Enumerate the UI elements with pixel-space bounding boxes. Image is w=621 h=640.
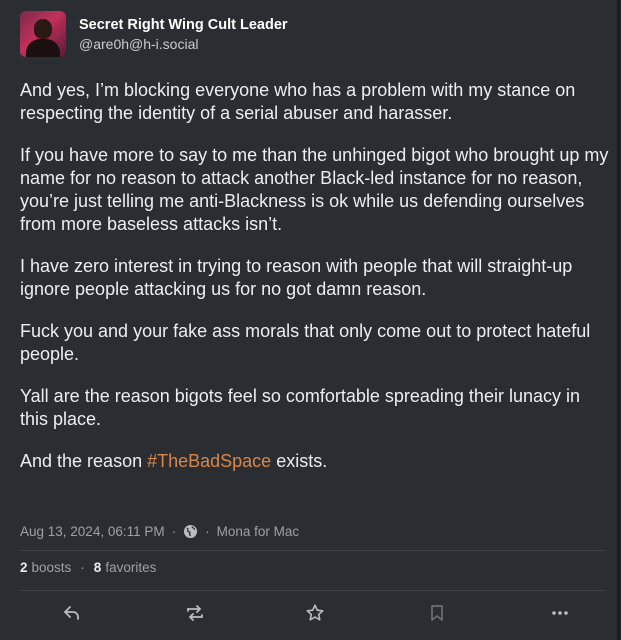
post-content: And yes, I’m blocking everyone who has a… <box>20 79 610 492</box>
boost-button[interactable] <box>182 600 208 626</box>
favorites-stat[interactable]: 8 favorites <box>94 560 157 575</box>
reply-button[interactable] <box>59 600 85 626</box>
display-name[interactable]: Secret Right Wing Cult Leader <box>79 16 288 34</box>
bookmark-icon <box>427 603 447 623</box>
post-card: Secret Right Wing Cult Leader @are0h@h-i… <box>0 0 619 640</box>
post-paragraph: If you have more to say to me than the u… <box>20 145 609 234</box>
favorites-count: 8 <box>93 560 102 575</box>
action-bar <box>0 598 619 628</box>
more-icon <box>550 603 570 623</box>
post-stats: 2 boosts · 8 favorites <box>20 560 156 575</box>
boosts-count: 2 <box>20 560 28 575</box>
text-before-hashtag: And the reason <box>20 451 148 471</box>
author-info: Secret Right Wing Cult Leader @are0h@h-i… <box>79 16 288 54</box>
text-after-hashtag: exists. <box>271 451 328 471</box>
post-paragraph: And the reason #TheBadSpace exists. <box>20 450 610 473</box>
favorite-button[interactable] <box>302 600 328 626</box>
client-name: Mona for Mac <box>216 524 300 539</box>
post-paragraph: Yall are the reason bigots feel so comfo… <box>20 386 580 429</box>
post-header: Secret Right Wing Cult Leader @are0h@h-i… <box>20 11 288 61</box>
avatar[interactable] <box>20 11 66 57</box>
hashtag-link[interactable]: #TheBadSpace <box>147 451 271 471</box>
bookmark-button[interactable] <box>424 600 450 626</box>
separator-dot: · <box>80 560 85 575</box>
post-paragraph: I have zero interest in trying to reason… <box>20 256 573 299</box>
globe-icon <box>183 524 198 539</box>
boosts-label: boosts <box>31 560 72 575</box>
post-meta: Aug 13, 2024, 06:11 PM · · Mona for Mac <box>20 524 299 539</box>
divider <box>20 590 605 591</box>
boost-icon <box>185 603 205 623</box>
post-paragraph: Fuck you and your fake ass morals that o… <box>20 321 591 364</box>
account-handle[interactable]: @are0h@h-i.social <box>79 34 288 54</box>
boosts-stat[interactable]: 2 boosts <box>20 560 71 575</box>
star-icon <box>305 603 325 623</box>
post-timestamp[interactable]: Aug 13, 2024, 06:11 PM <box>20 524 165 539</box>
favorites-label: favorites <box>105 560 157 575</box>
separator-dot: · <box>171 524 177 539</box>
separator-dot: · <box>205 524 210 539</box>
more-button[interactable] <box>547 600 573 626</box>
post-paragraph: And yes, I’m blocking everyone who has a… <box>20 80 576 123</box>
divider <box>20 550 605 551</box>
reply-icon <box>62 603 82 623</box>
